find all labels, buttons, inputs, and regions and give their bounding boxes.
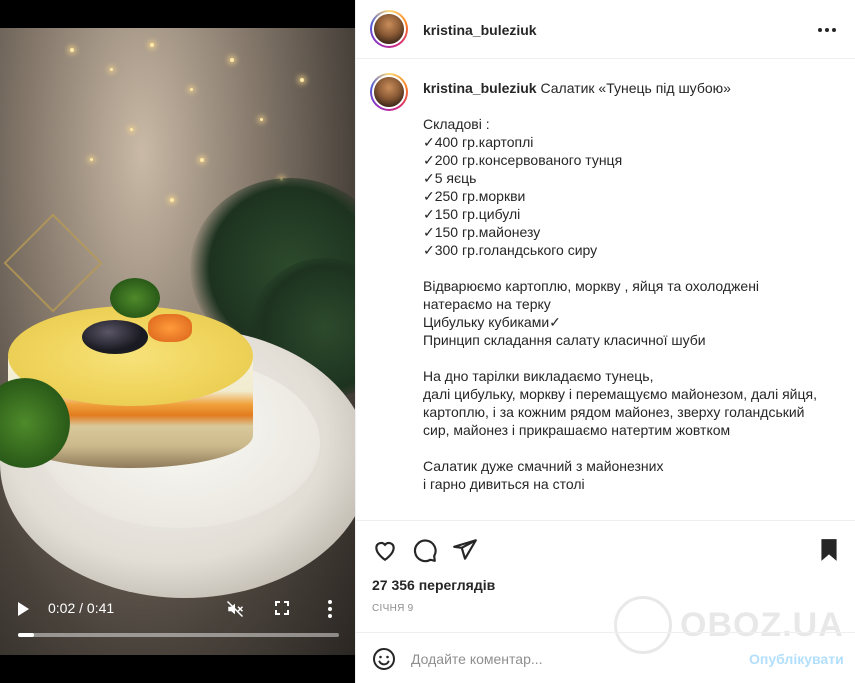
heart-icon[interactable]: [372, 537, 398, 563]
post-dialog: 0:02 / 0:41 kristina_buleziuk kristina_b…: [0, 0, 855, 683]
video-panel[interactable]: 0:02 / 0:41: [0, 0, 355, 683]
video-progress-bar[interactable]: [18, 633, 339, 637]
caption-line: [423, 97, 833, 115]
caption-line: [423, 493, 833, 511]
caption-line: [423, 259, 833, 277]
caption-line: ✓250 гр.моркви: [423, 188, 526, 204]
author-username[interactable]: kristina_buleziuk: [423, 22, 537, 38]
bookmark-icon[interactable]: [816, 537, 842, 563]
more-options-icon[interactable]: [818, 28, 836, 32]
video-controls: 0:02 / 0:41: [0, 590, 355, 650]
caption-line: ✓5 яєць: [423, 170, 477, 186]
fullscreen-icon[interactable]: [275, 601, 289, 615]
view-count[interactable]: 27 356 переглядів: [372, 577, 495, 593]
caption-line: ✓150 гр.майонезу: [423, 224, 541, 240]
caption-line: [423, 439, 833, 457]
comment-icon[interactable]: [412, 537, 438, 563]
video-progress-fill: [18, 633, 35, 637]
muted-speaker-icon[interactable]: [226, 600, 244, 618]
caption-line: Салатик дуже смачний з майонезних: [423, 458, 664, 474]
comment-input[interactable]: [411, 649, 741, 669]
share-icon[interactable]: [452, 537, 478, 563]
emoji-icon[interactable]: [372, 647, 396, 671]
caption-section: kristina_buleziuk Салатик «Тунець під шу…: [356, 59, 855, 519]
caption-line: Відварюємо картоплю, моркву , яйця та ох…: [423, 278, 760, 294]
caption-line: картоплю, і за кожним рядом майонез, зве…: [423, 404, 805, 420]
caption-body: Складові : ✓400 гр.картоплі ✓200 гр.консер…: [423, 97, 833, 511]
more-vertical-icon[interactable]: [328, 600, 332, 618]
post-sidebar: kristina_buleziuk kristina_buleziuk Сала…: [355, 0, 855, 683]
author-avatar[interactable]: [370, 10, 408, 48]
post-caption: kristina_buleziuk Салатик «Тунець під шу…: [423, 79, 833, 511]
video-frame[interactable]: [0, 28, 355, 655]
caption-avatar[interactable]: [370, 73, 408, 111]
caption-username[interactable]: kristina_buleziuk: [423, 80, 537, 96]
caption-line: далі цибульку, моркву і перемащуємо майо…: [423, 386, 817, 402]
play-icon[interactable]: [18, 602, 29, 616]
olive-garnish: [82, 320, 148, 354]
caption-line: натераємо на терку: [423, 296, 551, 312]
caption-title: Салатик «Тунець під шубою»: [536, 80, 731, 96]
post-date[interactable]: січня 9: [372, 603, 414, 614]
caption-line: сир, майонез і прикрашаємо натертим жовт…: [423, 422, 731, 438]
comment-bar: Опублікувати: [356, 632, 855, 683]
candle-lantern: [3, 213, 103, 313]
caption-line: і гарно дивиться на столі: [423, 476, 585, 492]
caption-line: ✓400 гр.картоплі: [423, 134, 534, 150]
caption-line: Складові :: [423, 116, 490, 132]
caption-line: ✓150 гр.цибулі: [423, 206, 521, 222]
post-header: kristina_buleziuk: [356, 0, 855, 59]
caption-line: Принцип складання салату класичної шуби: [423, 332, 706, 348]
caption-line: [423, 349, 833, 367]
caption-line: ✓200 гр.консервованого тунця: [423, 152, 623, 168]
video-time: 0:02 / 0:41: [48, 600, 115, 616]
caption-line: Цибульку кубиками✓: [423, 314, 561, 330]
caption-line: На дно тарілки викладаємо тунець,: [423, 368, 654, 384]
caption-line: ✓300 гр.голандського сиру: [423, 242, 598, 258]
publish-button[interactable]: Опублікувати: [749, 651, 844, 667]
